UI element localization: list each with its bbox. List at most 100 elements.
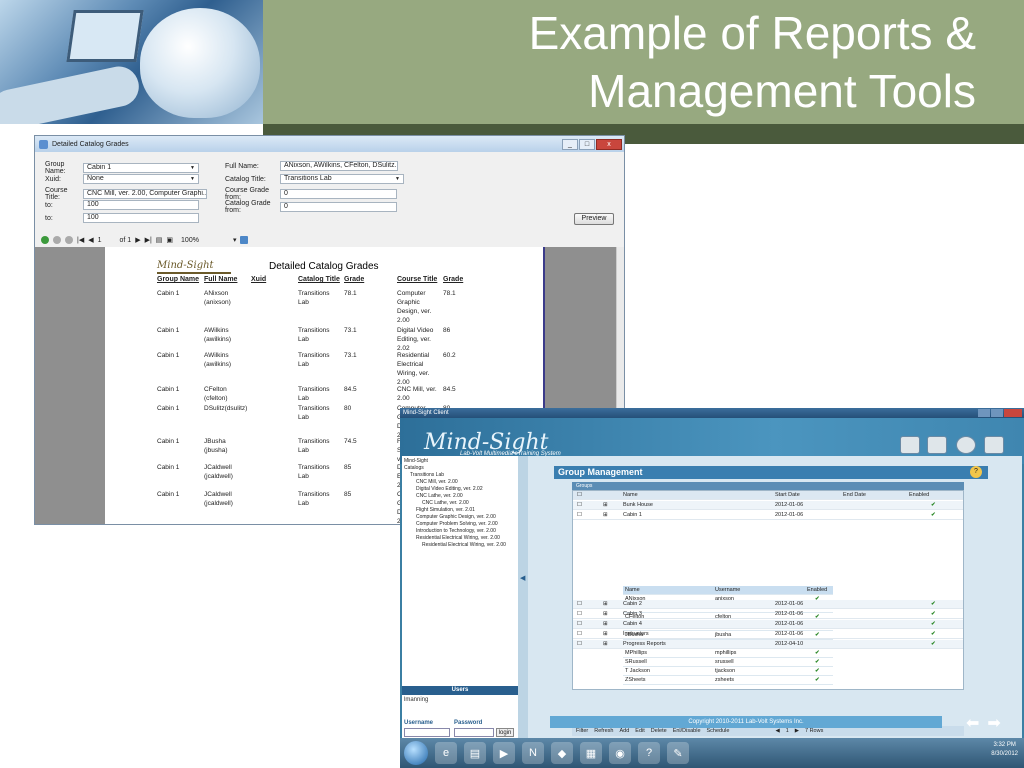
- help-icon[interactable]: ?: [638, 742, 660, 764]
- folder-icon[interactable]: ▤: [464, 742, 486, 764]
- table-row[interactable]: ☐ ⊞ Bunk House 2012-01-06 ✔: [573, 501, 963, 510]
- tree-item[interactable]: Introduction to Technology, ver. 2.00: [404, 528, 518, 535]
- save-icon[interactable]: ▣: [166, 236, 173, 244]
- expand-icon[interactable]: ⊞: [603, 620, 608, 629]
- expand-icon[interactable]: ⊞: [603, 600, 608, 609]
- prev-page-icon[interactable]: ◀: [775, 728, 779, 734]
- start-button-icon[interactable]: [404, 741, 428, 765]
- row-checkbox[interactable]: ☐: [577, 511, 582, 520]
- enable-disable-button[interactable]: Enl/Disable: [673, 728, 701, 734]
- tree-item[interactable]: CNC Lathe, ver. 2.00: [404, 500, 518, 507]
- stop-icon[interactable]: [53, 236, 61, 244]
- edit-button[interactable]: Edit: [635, 728, 644, 734]
- eye-icon[interactable]: ◉: [609, 742, 631, 764]
- window-titlebar[interactable]: Mind-Sight Client: [400, 408, 1024, 418]
- delete-button[interactable]: Delete: [651, 728, 667, 734]
- full-name-select[interactable]: ANixson, AWilkins, CFelton, DSulitz...▼: [280, 161, 398, 171]
- tree-item[interactable]: Catalogs: [404, 465, 518, 472]
- tools-icon[interactable]: [956, 436, 976, 454]
- list-item[interactable]: T Jackson tjackson ✔: [623, 667, 833, 676]
- chevron-down-icon[interactable]: ▾: [233, 236, 237, 244]
- expand-icon[interactable]: ⊞: [603, 501, 608, 510]
- collapse-arrow-icon[interactable]: ◀: [520, 574, 525, 582]
- expand-icon[interactable]: ⊞: [603, 511, 608, 520]
- refresh-icon[interactable]: [65, 236, 73, 244]
- panel-splitter[interactable]: ◀: [518, 456, 528, 748]
- preview-button[interactable]: Preview: [574, 213, 614, 225]
- back-arrow-icon[interactable]: ⬅: [966, 713, 979, 733]
- tree-item[interactable]: Residential Electrical Wiring, ver. 2.00: [404, 542, 518, 549]
- users-panel-header[interactable]: Users: [402, 686, 518, 695]
- home-icon[interactable]: [984, 436, 1004, 454]
- schedule-button[interactable]: Schedule: [707, 728, 730, 734]
- page-current[interactable]: 1: [98, 237, 102, 244]
- user-item[interactable]: lmanning: [404, 697, 516, 703]
- tree-item[interactable]: Flight Simulation, ver. 2.01: [404, 507, 518, 514]
- building-icon[interactable]: [927, 436, 947, 454]
- catalog-title-select[interactable]: Transitions Lab ▼: [280, 174, 404, 184]
- prev-page-icon[interactable]: ◀: [88, 236, 93, 244]
- add-button[interactable]: Add: [620, 728, 630, 734]
- tree-item[interactable]: CNC Mill, ver. 2.00: [404, 479, 518, 486]
- catalog-grade-from-input[interactable]: 0: [280, 202, 397, 212]
- course-grade-from-input[interactable]: 0: [280, 189, 397, 199]
- row-checkbox[interactable]: ☐: [577, 600, 582, 609]
- col-header-enabled[interactable]: Enabled: [909, 491, 929, 500]
- course-title-select[interactable]: CNC Mill, ver. 2.00, Computer Graphi...▼: [83, 189, 207, 199]
- help-icon[interactable]: ?: [970, 466, 982, 478]
- next-page-icon[interactable]: ▶: [135, 236, 140, 244]
- find-icon[interactable]: [240, 236, 249, 244]
- table-row[interactable]: ☐ ⊞ Cabin 3 2012-01-06 ✔: [573, 610, 963, 619]
- sub-col-enabled[interactable]: Enabled: [807, 586, 827, 595]
- media-player-icon[interactable]: ▶: [493, 742, 515, 764]
- password-input[interactable]: [454, 728, 494, 737]
- tree-item[interactable]: Mind-Sight: [404, 458, 518, 465]
- page-number[interactable]: 1: [786, 728, 789, 734]
- minimize-button[interactable]: [978, 409, 990, 417]
- maximize-button[interactable]: □: [579, 138, 595, 150]
- system-tray[interactable]: 3:32 PM 8/30/2012: [991, 741, 1018, 759]
- select-all-checkbox[interactable]: ☐: [577, 491, 582, 500]
- sub-col-username[interactable]: Username: [715, 586, 740, 595]
- list-item[interactable]: SRussell srussell ✔: [623, 658, 833, 667]
- first-page-icon[interactable]: |◀: [77, 236, 84, 244]
- group-name-select[interactable]: Cabin 1 ▼: [83, 163, 199, 173]
- row-checkbox[interactable]: ☐: [577, 630, 582, 639]
- back-icon[interactable]: [41, 236, 49, 244]
- sub-col-name[interactable]: Name: [625, 586, 640, 595]
- app-icon[interactable]: N: [522, 742, 544, 764]
- print-icon[interactable]: ▤: [156, 236, 163, 244]
- last-page-icon[interactable]: ▶|: [145, 236, 152, 244]
- tree-item[interactable]: Computer Problem Solving, ver. 2.00: [404, 521, 518, 528]
- filter-button[interactable]: Filter: [576, 728, 588, 734]
- expand-icon[interactable]: ⊞: [603, 630, 608, 639]
- row-checkbox[interactable]: ☐: [577, 610, 582, 619]
- col-header-start-date[interactable]: Start Date: [775, 491, 800, 500]
- col-header-name[interactable]: Name: [623, 491, 638, 500]
- row-checkbox[interactable]: ☐: [577, 501, 582, 510]
- col-header-end-date[interactable]: End Date: [843, 491, 866, 500]
- tree-item[interactable]: Transitions Lab: [404, 472, 518, 479]
- tree-item[interactable]: Residential Electrical Wiring, ver. 2.00: [404, 535, 518, 542]
- table-row[interactable]: ☐ ⊞ Cabin 2 2012-01-06 ✔: [573, 600, 963, 609]
- reports-icon[interactable]: [900, 436, 920, 454]
- tree-item[interactable]: Computer Graphic Design, ver. 2.00: [404, 514, 518, 521]
- to-input-1[interactable]: 100: [83, 200, 199, 210]
- tree-item[interactable]: Digital Video Editing, ver. 2.02: [404, 486, 518, 493]
- zoom-select[interactable]: 100%: [181, 237, 199, 244]
- list-item[interactable]: MPhillips mphillips ✔: [623, 649, 833, 658]
- next-page-icon[interactable]: ▶: [795, 728, 799, 734]
- table-row[interactable]: ☐ ⊞ Cabin 4 2012-01-06 ✔: [573, 620, 963, 629]
- network-icon[interactable]: ◆: [551, 742, 573, 764]
- table-row[interactable]: ☐ ⊞ Cabin 1 2012-01-06 ✔: [573, 511, 963, 520]
- xuid-select[interactable]: None ▼: [83, 174, 199, 184]
- refresh-button[interactable]: Refresh: [594, 728, 613, 734]
- window-titlebar[interactable]: Detailed Catalog Grades _ □ x: [35, 136, 624, 152]
- to-input-2[interactable]: 100: [83, 213, 199, 223]
- minimize-button[interactable]: _: [562, 138, 578, 150]
- close-button[interactable]: x: [596, 138, 622, 150]
- username-input[interactable]: [404, 728, 450, 737]
- maximize-button[interactable]: [991, 409, 1003, 417]
- login-button[interactable]: login: [496, 728, 514, 737]
- browser-icon[interactable]: e: [435, 742, 457, 764]
